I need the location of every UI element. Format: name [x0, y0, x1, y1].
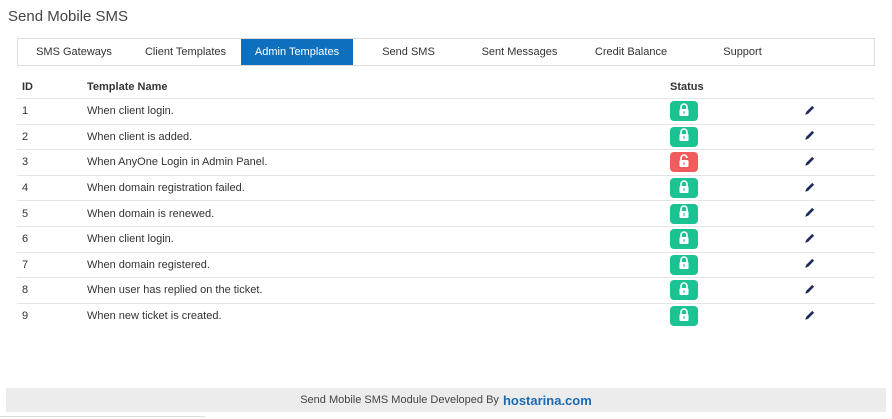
edit-pencil-icon[interactable] [804, 155, 816, 167]
row-actions-cell [804, 309, 875, 324]
lock-open-icon [678, 205, 690, 222]
status-toggle-enabled-button[interactable] [670, 126, 698, 147]
row-actions-cell [804, 283, 875, 298]
row-template-name: When client is added. [87, 130, 193, 143]
lock-unlocked-icon [678, 154, 690, 171]
status-toggle-enabled-button[interactable] [670, 306, 698, 327]
table-row: 4 When domain registration failed. [17, 174, 875, 201]
status-toggle-enabled-button[interactable] [670, 101, 698, 122]
row-status-cell [670, 101, 804, 122]
tab-send-sms[interactable]: Send SMS [353, 39, 464, 65]
column-header-template-name: Template Name [87, 81, 168, 93]
edit-pencil-icon[interactable] [804, 283, 816, 295]
row-id: 1 [22, 105, 29, 118]
lock-open-icon [678, 179, 690, 197]
edit-pencil-icon[interactable] [804, 181, 816, 193]
row-template-name: When AnyOne Login in Admin Panel. [87, 156, 268, 169]
tab-support[interactable]: Support [687, 39, 798, 65]
status-toggle-enabled-button[interactable] [670, 203, 698, 224]
row-id: 4 [22, 182, 29, 195]
row-template-name: When client login. [87, 105, 174, 118]
row-id: 3 [22, 156, 29, 169]
row-template-name: When domain registration failed. [87, 182, 245, 195]
tab-admin-templates[interactable]: Admin Templates [241, 39, 353, 65]
footer-brand-link[interactable]: hostarina.com [503, 393, 592, 408]
row-status-cell [670, 178, 804, 199]
lock-open-icon [678, 282, 690, 299]
lock-open-icon [678, 307, 690, 325]
row-status-cell [670, 152, 804, 173]
table-header-row: ID Template Name Status [17, 76, 875, 98]
row-status-cell [670, 306, 804, 327]
edit-pencil-icon[interactable] [804, 104, 816, 116]
row-status-cell [670, 229, 804, 250]
status-toggle-disabled-button[interactable] [670, 152, 698, 173]
edit-pencil-icon[interactable] [804, 206, 816, 218]
footer: Send Mobile SMS Module Developed By host… [6, 388, 886, 412]
row-template-name: When new ticket is created. [87, 310, 222, 323]
row-id: 9 [22, 310, 29, 323]
tab-sent-messages[interactable]: Sent Messages [464, 39, 575, 65]
row-template-name: When domain registered. [87, 258, 210, 271]
edit-pencil-icon[interactable] [804, 257, 816, 269]
tab-client-templates[interactable]: Client Templates [130, 39, 241, 65]
status-toggle-enabled-button[interactable] [670, 280, 698, 301]
admin-templates-table: ID Template Name Status 1 When client log… [17, 76, 875, 328]
table-row: 2 When client is added. [17, 123, 875, 150]
row-actions-cell [804, 104, 875, 119]
tab-sms-gateways[interactable]: SMS Gateways [18, 39, 130, 65]
row-template-name: When user has replied on the ticket. [87, 284, 263, 297]
row-actions-cell [804, 257, 875, 272]
tab-credit-balance[interactable]: Credit Balance [575, 39, 687, 65]
row-id: 8 [22, 284, 29, 297]
status-toggle-enabled-button[interactable] [670, 178, 698, 199]
row-status-cell [670, 254, 804, 275]
status-toggle-enabled-button[interactable] [670, 229, 698, 250]
row-id: 5 [22, 207, 29, 220]
row-template-name: When client login. [87, 233, 174, 246]
status-toggle-enabled-button[interactable] [670, 254, 698, 275]
lock-open-icon [678, 103, 690, 120]
lock-open-icon [678, 128, 690, 145]
footer-text: Send Mobile SMS Module Developed By [300, 394, 499, 406]
row-actions-cell [804, 155, 875, 170]
page-title: Send Mobile SMS [8, 8, 129, 25]
table-row: 7 When domain registered. [17, 251, 875, 278]
row-actions-cell [804, 129, 875, 144]
edit-pencil-icon[interactable] [804, 129, 816, 141]
table-row: 8 When user has replied on the ticket. [17, 277, 875, 303]
lock-open-icon [678, 256, 690, 273]
row-actions-cell [804, 181, 875, 196]
table-row: 6 When client login. [17, 225, 875, 252]
edit-pencil-icon[interactable] [804, 309, 816, 321]
divider [0, 416, 205, 417]
row-id: 7 [22, 258, 29, 271]
row-actions-cell [804, 206, 875, 221]
tab-bar: SMS Gateways Client Templates Admin Temp… [17, 38, 875, 66]
edit-pencil-icon[interactable] [804, 232, 816, 244]
row-status-cell [670, 126, 804, 147]
table-row: 3 When AnyOne Login in Admin Panel. [17, 149, 875, 175]
row-status-cell [670, 203, 804, 224]
row-id: 6 [22, 233, 29, 246]
lock-open-icon [678, 231, 690, 248]
row-template-name: When domain is renewed. [87, 207, 215, 220]
table-row: 9 When new ticket is created. [17, 302, 875, 329]
row-actions-cell [804, 232, 875, 247]
column-header-status: Status [670, 81, 704, 93]
table-row: 5 When domain is renewed. [17, 200, 875, 226]
row-id: 2 [22, 130, 29, 143]
table-row: 1 When client login. [17, 98, 875, 124]
row-status-cell [670, 280, 804, 301]
column-header-id: ID [22, 81, 33, 93]
